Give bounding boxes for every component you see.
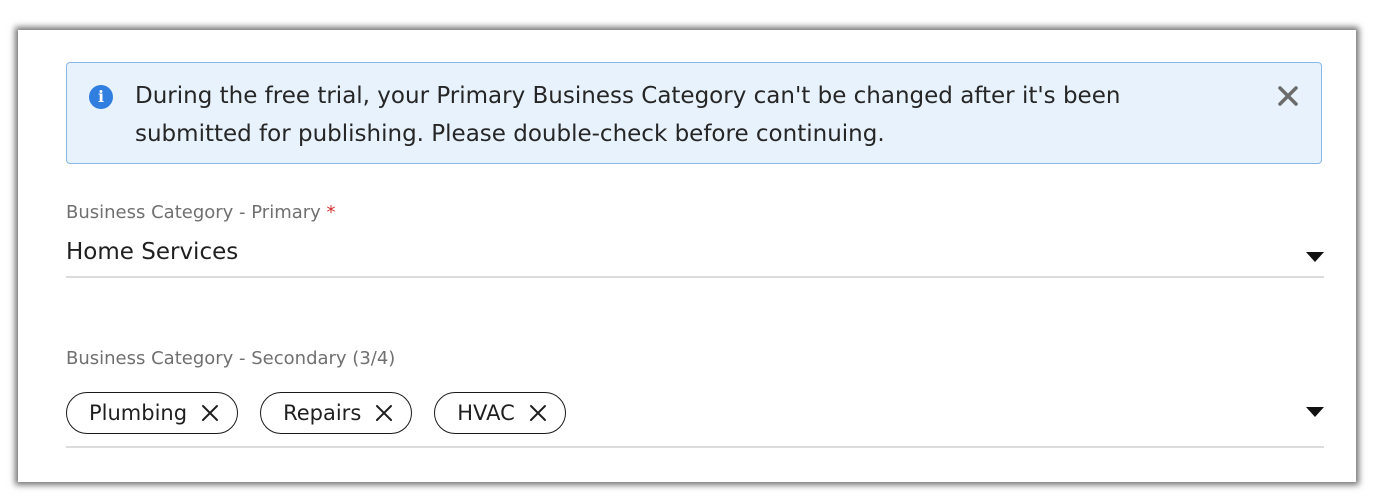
caret-down-icon[interactable] bbox=[1306, 252, 1324, 262]
secondary-category-label: Business Category - Secondary (3/4) bbox=[66, 348, 396, 369]
chip-label: HVAC bbox=[457, 401, 515, 425]
required-marker: * bbox=[326, 202, 336, 223]
category-form-panel: i During the free trial, your Primary Bu… bbox=[18, 30, 1356, 482]
close-icon[interactable] bbox=[201, 404, 219, 422]
primary-category-label: Business Category - Primary * bbox=[66, 202, 336, 223]
caret-down-icon[interactable] bbox=[1306, 407, 1324, 417]
secondary-category-chips: Plumbing Repairs HVAC bbox=[66, 392, 566, 434]
close-icon[interactable] bbox=[1273, 81, 1303, 111]
banner-message: During the free trial, your Primary Busi… bbox=[135, 77, 1215, 153]
chip-label: Plumbing bbox=[89, 401, 188, 425]
banner-message-line-1: During the free trial, your Primary Busi… bbox=[135, 83, 1121, 109]
banner-message-line-2: submitted for publishing. Please double-… bbox=[135, 121, 885, 147]
chip-repairs[interactable]: Repairs bbox=[260, 392, 413, 434]
primary-category-label-text: Business Category - Primary bbox=[66, 202, 321, 223]
chip-hvac[interactable]: HVAC bbox=[434, 392, 566, 434]
primary-category-underline bbox=[66, 276, 1324, 278]
close-icon[interactable] bbox=[529, 404, 547, 422]
info-icon: i bbox=[89, 85, 113, 109]
chip-label: Repairs bbox=[283, 401, 362, 425]
close-icon[interactable] bbox=[375, 404, 393, 422]
chip-plumbing[interactable]: Plumbing bbox=[66, 392, 239, 434]
primary-category-select[interactable]: Home Services bbox=[66, 239, 238, 265]
trial-info-banner: i During the free trial, your Primary Bu… bbox=[66, 62, 1322, 164]
secondary-category-underline bbox=[66, 446, 1324, 448]
